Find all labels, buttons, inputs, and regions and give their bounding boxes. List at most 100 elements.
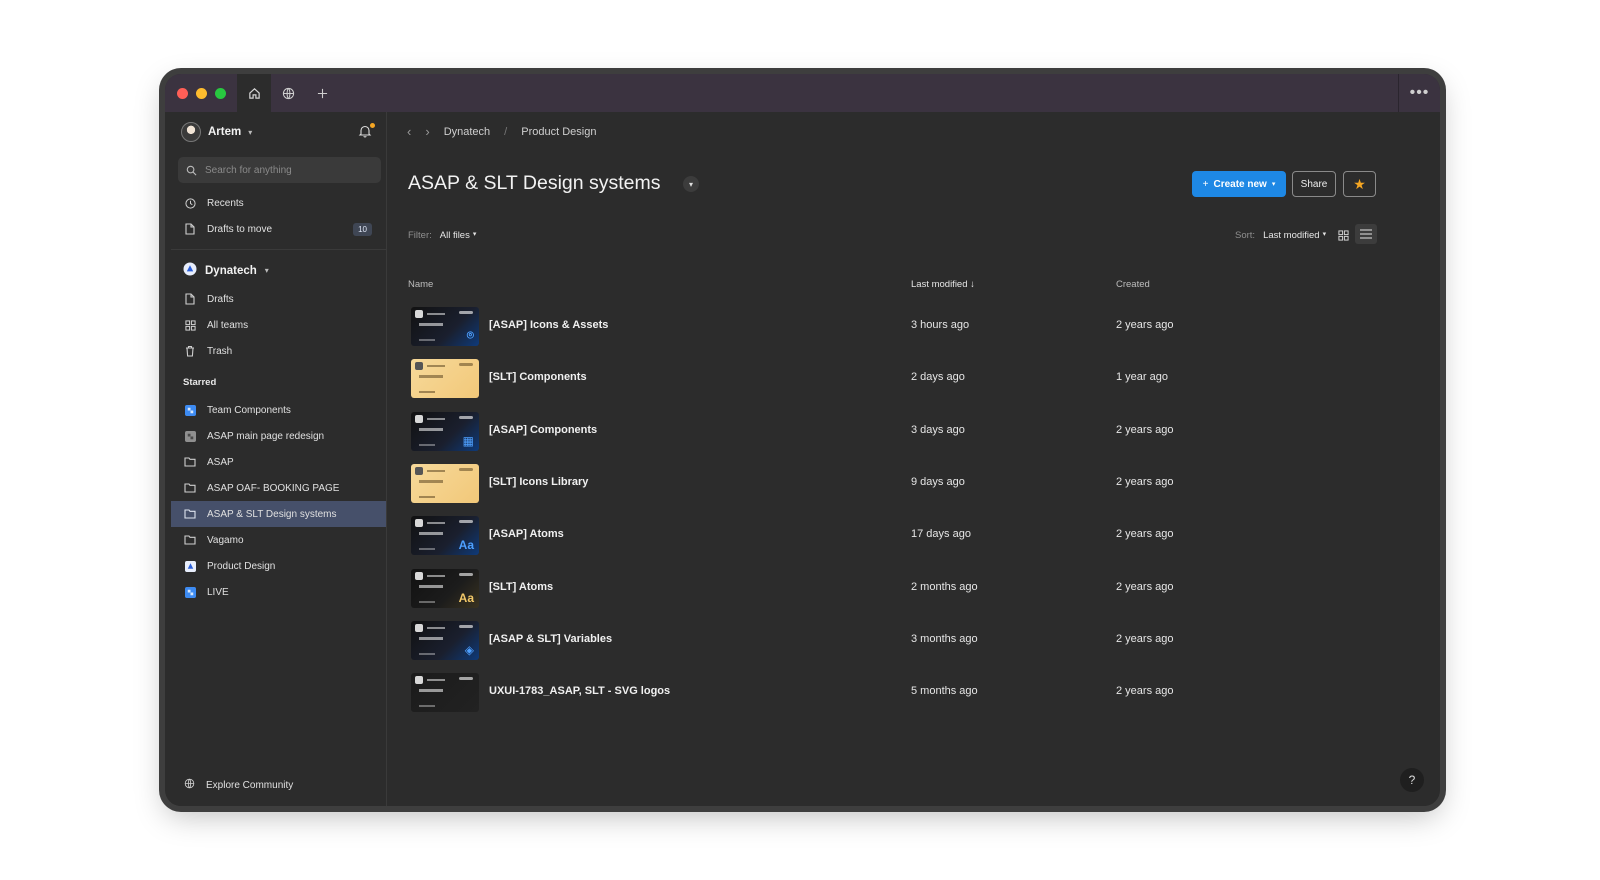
sidebar-item-recents[interactable]: Recents	[171, 190, 386, 216]
starred-item-asap[interactable]: ASAP	[171, 449, 386, 475]
starred-item-asap-slt-design-systems[interactable]: ASAP & SLT Design systems	[171, 501, 386, 527]
file-thumbnail[interactable]	[411, 359, 479, 399]
sidebar-item-drafts[interactable]: Drafts	[171, 286, 386, 312]
thumbnail-decoration	[415, 466, 423, 475]
sidebar-item-label: Recents	[207, 197, 244, 209]
community-tab[interactable]	[271, 74, 305, 112]
file-name: UXUI-1783_ASAP, SLT - SVG logos	[489, 685, 671, 698]
thumbnail-decoration	[419, 427, 443, 431]
help-button[interactable]: ?	[1400, 768, 1424, 792]
share-button[interactable]: Share	[1292, 171, 1336, 197]
sidebar-item-drafts-to-move[interactable]: Drafts to move 10	[171, 216, 386, 242]
project-menu-button[interactable]: ▾	[683, 176, 699, 192]
file-row[interactable]: ◈ [ASAP & SLT] Variables 3 months ago 2 yea…	[407, 614, 1377, 666]
search-box[interactable]	[178, 157, 381, 183]
minimize-window-button[interactable]	[196, 87, 207, 99]
thumbnail-decoration	[427, 522, 445, 525]
starred-item-team-components[interactable]: Team Components	[171, 397, 386, 423]
column-header-created[interactable]: Created	[1116, 279, 1150, 290]
user-menu[interactable]: Artem ▾	[181, 122, 252, 142]
figma-file-blue-icon	[184, 404, 196, 416]
back-arrow-icon[interactable]: ‹	[407, 124, 411, 139]
chevron-down-icon: ▾	[248, 127, 253, 137]
chevron-down-icon: ▾	[472, 231, 477, 238]
file-name: [ASAP] Components	[489, 423, 598, 436]
starred-item-asap-oaf[interactable]: ASAP OAF- BOOKING PAGE	[171, 475, 386, 501]
close-window-button[interactable]	[177, 87, 188, 99]
chevron-down-icon: ▾	[1322, 231, 1327, 238]
thumbnail-decoration	[427, 574, 445, 577]
file-row[interactable]: Aa [ASAP] Atoms 17 days ago 2 years ago	[407, 509, 1377, 561]
starred-item-live[interactable]: LIVE	[171, 579, 386, 605]
notification-dot	[370, 123, 375, 128]
thumbnail-decoration	[415, 676, 423, 685]
breadcrumb-item-team[interactable]: Dynatech	[444, 126, 490, 138]
team-switcher[interactable]: Dynatech ▾	[183, 262, 269, 279]
thumbnail-decoration	[459, 572, 473, 576]
file-name: [SLT] Icons Library	[489, 475, 589, 488]
notifications-button[interactable]	[358, 123, 375, 140]
column-header-name[interactable]: Name	[408, 279, 433, 290]
file-last-modified: 3 days ago	[911, 423, 965, 436]
file-row[interactable]: [SLT] Components 2 days ago 1 year ago	[407, 352, 1377, 404]
thumbnail-glyph: ▦	[462, 433, 474, 448]
filter-control[interactable]: Filter: All files ▾	[408, 230, 476, 241]
sidebar-item-trash[interactable]: Trash	[171, 338, 386, 364]
list-view-button[interactable]	[1355, 224, 1377, 244]
arrow-down-icon: ↓	[970, 279, 975, 290]
breadcrumb-item-project[interactable]: Product Design	[521, 126, 596, 138]
sidebar-item-label: Team Components	[207, 404, 291, 416]
starred-item-product-design[interactable]: Product Design	[171, 553, 386, 579]
thumbnail-decoration	[427, 679, 445, 682]
starred-item-asap-main-page[interactable]: ASAP main page redesign	[171, 423, 386, 449]
plus-icon: +	[1202, 178, 1209, 190]
file-created: 2 years ago	[1116, 423, 1174, 436]
thumbnail-decoration	[419, 600, 435, 603]
column-header-last-modified[interactable]: Last modified ↓	[911, 279, 975, 290]
file-row[interactable]: ▦ [ASAP] Components 3 days ago 2 years ago	[407, 405, 1377, 457]
sort-control[interactable]: Sort: Last modified ▾	[1235, 230, 1326, 241]
search-input[interactable]	[205, 164, 365, 176]
thumbnail-decoration	[419, 339, 435, 341]
home-tab[interactable]	[237, 74, 271, 112]
more-options-button[interactable]: •••	[1398, 74, 1440, 112]
file-thumbnail[interactable]	[411, 463, 479, 503]
thumbnail-decoration	[419, 495, 435, 498]
file-created: 2 years ago	[1116, 319, 1174, 331]
starred-item-vagamo[interactable]: Vagamo	[171, 527, 386, 553]
file-row[interactable]: Aa [SLT] Atoms 2 months ago 2 years ago	[407, 562, 1377, 614]
file-thumbnail[interactable]: ▦	[411, 411, 479, 451]
file-thumbnail[interactable]: ⌾	[411, 307, 479, 346]
file-created: 2 years ago	[1116, 580, 1174, 593]
file-thumbnail[interactable]: ◈	[411, 620, 479, 660]
thumbnail-decoration	[459, 677, 473, 681]
thumbnail-glyph: ◈	[464, 642, 474, 657]
count-badge: 10	[353, 222, 372, 236]
file-thumbnail[interactable]: Aa	[411, 516, 479, 556]
sort-label: Sort:	[1235, 230, 1256, 241]
sidebar-item-all-teams[interactable]: All teams	[171, 312, 386, 338]
team-name: Dynatech	[205, 264, 257, 277]
file-row[interactable]: ⌾ [ASAP] Icons & Assets 3 hours ago 2 years…	[407, 300, 1377, 352]
home-icon	[248, 87, 260, 99]
thumbnail-decoration	[419, 443, 435, 446]
grid-view-button[interactable]	[1335, 227, 1351, 243]
new-tab-button[interactable]	[305, 74, 339, 112]
maximize-window-button[interactable]	[215, 87, 226, 99]
thumbnail-glyph: Aa	[458, 590, 474, 605]
list-icon	[1360, 229, 1372, 239]
favorite-button[interactable]: ★	[1343, 171, 1376, 197]
file-thumbnail[interactable]: Aa	[411, 568, 479, 608]
breadcrumb: ‹ › Dynatech / Product Design	[407, 124, 596, 139]
clock-icon	[184, 197, 196, 209]
forward-arrow-icon[interactable]: ›	[425, 124, 429, 139]
search-icon	[186, 165, 197, 175]
file-created: 2 years ago	[1116, 528, 1174, 541]
file-row[interactable]: [SLT] Icons Library 9 days ago 2 years ago	[407, 457, 1377, 509]
create-new-button[interactable]: + Create new ▾	[1192, 171, 1286, 197]
file-last-modified: 9 days ago	[911, 475, 965, 488]
thumbnail-decoration	[415, 519, 423, 528]
file-thumbnail[interactable]	[411, 673, 479, 713]
explore-community-link[interactable]: Explore Community	[184, 778, 293, 792]
file-row[interactable]: UXUI-1783_ASAP, SLT - SVG logos 5 months …	[407, 666, 1377, 718]
